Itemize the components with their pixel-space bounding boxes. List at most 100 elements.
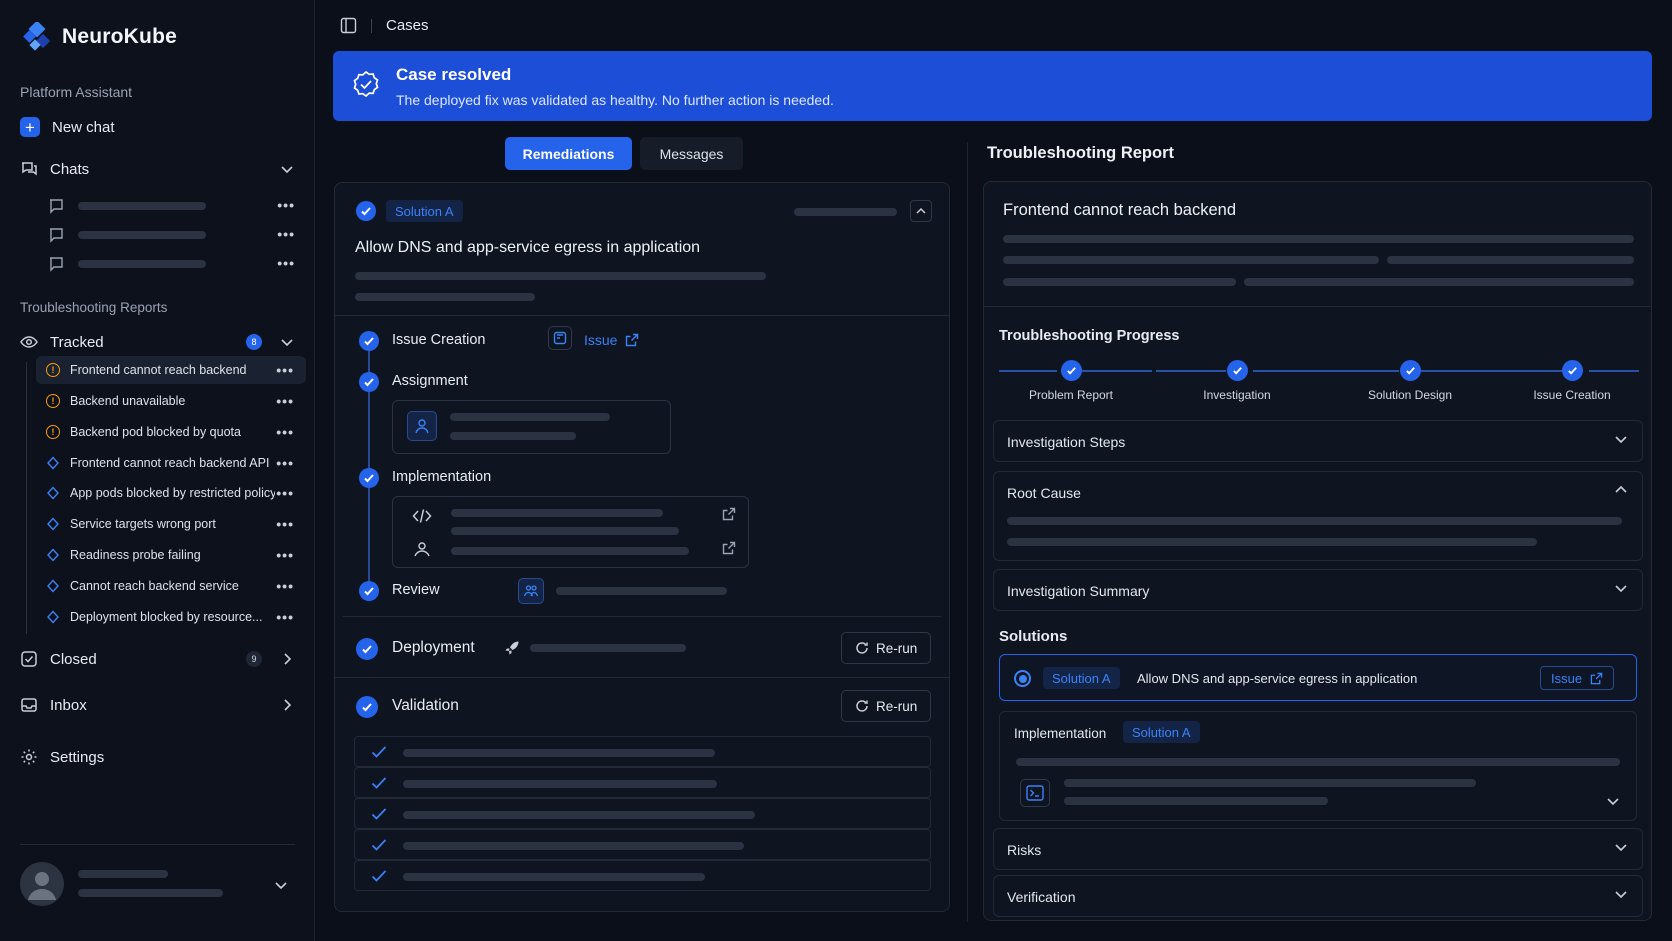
more-options-icon[interactable]: ••• <box>277 255 295 271</box>
more-options-icon[interactable]: ••• <box>276 424 294 440</box>
check-circle-icon <box>356 638 378 660</box>
radio-selected[interactable] <box>1014 670 1031 687</box>
collapse-button[interactable] <box>910 200 932 222</box>
progress-line <box>1589 370 1639 372</box>
report-item[interactable]: Frontend cannot reach backend API ••• <box>36 449 306 477</box>
progress-step-label: Issue Creation <box>1533 388 1611 402</box>
external-link-icon[interactable] <box>722 507 736 521</box>
report-item[interactable]: ! Backend unavailable ••• <box>36 387 306 415</box>
kube-icon <box>47 486 59 500</box>
report-heading: Troubleshooting Report <box>987 144 1174 162</box>
chevron-down-icon <box>1615 891 1627 899</box>
progress-step-label: Solution Design <box>1367 388 1453 402</box>
terminal-icon <box>1020 779 1050 807</box>
progress-step-3-check <box>1400 360 1421 381</box>
brand[interactable]: NeuroKube <box>22 22 177 52</box>
more-options-icon[interactable]: ••• <box>277 226 295 242</box>
investigation-steps-accordion[interactable]: Investigation Steps <box>993 420 1643 462</box>
report-item[interactable]: ! Frontend cannot reach backend ••• <box>36 356 306 384</box>
more-options-icon[interactable]: ••• <box>277 197 295 213</box>
tab-messages[interactable]: Messages <box>640 137 743 170</box>
closed-toggle[interactable]: Closed 9 <box>20 645 294 673</box>
warning-icon: ! <box>46 394 60 408</box>
inbox-nav[interactable]: Inbox <box>20 691 294 719</box>
report-item[interactable]: ! Backend pod blocked by quota ••• <box>36 418 306 446</box>
tab-remediations[interactable]: Remediations <box>505 137 632 170</box>
chat-history-item[interactable]: ••• <box>48 197 295 215</box>
chat-bubbles-icon <box>22 162 37 176</box>
user-profile-menu[interactable] <box>20 862 295 906</box>
chevron-down-icon[interactable] <box>1606 794 1620 808</box>
more-options-icon[interactable]: ••• <box>276 485 294 501</box>
report-item[interactable]: Readiness probe failing ••• <box>36 541 306 569</box>
deployment-rerun-button[interactable]: Re-run <box>841 632 932 664</box>
accordion-label: Investigation Summary <box>1007 583 1150 599</box>
platform-assistant-label: Platform Assistant <box>20 84 133 100</box>
chevron-down-icon <box>281 166 293 174</box>
solution-issue-button[interactable]: Issue <box>1540 666 1615 690</box>
brand-name: NeuroKube <box>62 25 177 48</box>
step-validation: Validation <box>392 697 459 714</box>
progress-line <box>999 370 1057 372</box>
chat-history-item[interactable]: ••• <box>48 255 295 273</box>
kube-icon <box>47 610 59 624</box>
refresh-icon <box>856 700 868 712</box>
tree-line <box>26 362 27 634</box>
solution-option[interactable]: Solution A Allow DNS and app-service egr… <box>999 654 1637 701</box>
chat-icon <box>50 199 63 214</box>
report-item[interactable]: Deployment blocked by resource... ••• <box>36 603 306 631</box>
external-link-icon[interactable] <box>722 541 736 555</box>
progress-line <box>1082 370 1152 372</box>
chevron-up-icon <box>1615 485 1627 493</box>
breadcrumb-cases[interactable]: Cases <box>386 17 429 34</box>
progress-step-label: Investigation <box>1203 388 1271 402</box>
more-options-icon[interactable]: ••• <box>276 455 294 471</box>
report-item[interactable]: Service targets wrong port ••• <box>36 510 306 538</box>
implementation-panel: Implementation Solution A <box>999 711 1637 821</box>
solutions-heading: Solutions <box>999 628 1068 645</box>
solution-tag: Solution A <box>1123 721 1200 743</box>
breadcrumb-separator <box>371 18 372 33</box>
validation-rerun-button[interactable]: Re-run <box>841 690 932 722</box>
settings-label: Settings <box>50 748 105 766</box>
step-review: Review <box>392 582 440 598</box>
avatar <box>20 862 64 906</box>
more-options-icon[interactable]: ••• <box>276 609 294 625</box>
warning-icon: ! <box>46 425 60 439</box>
chevron-down-icon <box>1615 844 1627 852</box>
chats-toggle[interactable]: Chats <box>20 155 294 183</box>
report-item[interactable]: App pods blocked by restricted policy ••• <box>36 479 306 507</box>
investigation-summary-accordion[interactable]: Investigation Summary <box>993 569 1643 611</box>
troubleshooting-reports-label: Troubleshooting Reports <box>20 300 168 315</box>
tracked-toggle[interactable]: Tracked 8 <box>20 328 294 356</box>
issue-link[interactable]: Issue <box>584 332 639 348</box>
more-options-icon[interactable]: ••• <box>276 393 294 409</box>
plus-icon: + <box>20 117 40 137</box>
report-item-label: Backend unavailable <box>70 394 186 408</box>
more-options-icon[interactable]: ••• <box>276 516 294 532</box>
report-item[interactable]: Cannot reach backend service ••• <box>36 572 306 600</box>
verification-accordion[interactable]: Verification <box>993 875 1643 917</box>
validation-check-row <box>354 860 931 891</box>
new-chat-button[interactable]: + New chat <box>20 113 294 141</box>
divider <box>343 616 941 617</box>
sidebar-toggle-icon[interactable] <box>340 17 357 34</box>
progress-step-2-check <box>1227 360 1248 381</box>
step-assignment: Assignment <box>392 373 468 389</box>
panel-divider <box>967 142 968 922</box>
more-options-icon[interactable]: ••• <box>276 578 294 594</box>
check-icon <box>371 870 387 882</box>
issue-link-label: Issue <box>584 332 618 348</box>
validation-check-row <box>354 798 931 829</box>
kube-icon <box>47 456 59 470</box>
risks-accordion[interactable]: Risks <box>993 828 1643 870</box>
root-cause-accordion[interactable]: Root Cause <box>993 471 1643 561</box>
step-deployment: Deployment <box>392 639 475 656</box>
validation-check-row <box>354 736 931 767</box>
chat-history-item[interactable]: ••• <box>48 226 295 244</box>
settings-nav[interactable]: Settings <box>20 743 294 771</box>
more-options-icon[interactable]: ••• <box>276 547 294 563</box>
users-icon <box>407 534 437 564</box>
more-options-icon[interactable]: ••• <box>276 362 294 378</box>
implementation-label: Implementation <box>1014 726 1107 741</box>
